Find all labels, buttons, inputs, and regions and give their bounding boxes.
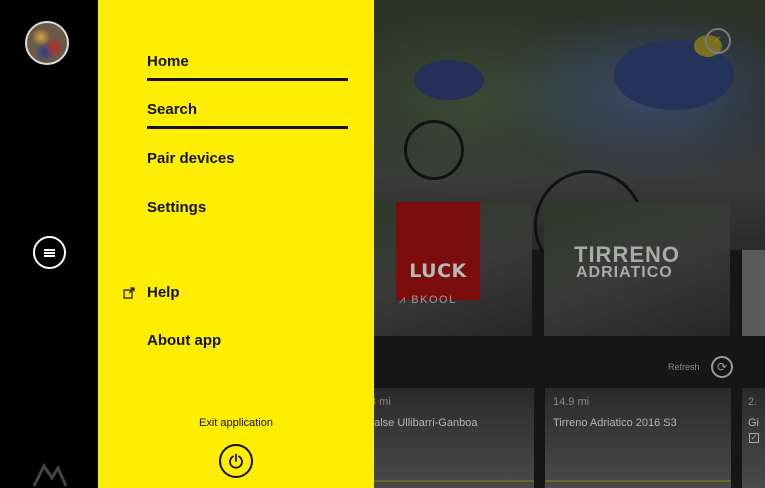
featured-subtitle: ⩘ BKOOL bbox=[399, 294, 457, 306]
exit-application-label[interactable]: Exit application bbox=[98, 417, 374, 429]
route-card[interactable]: 2. Gi ✓ bbox=[742, 388, 765, 488]
menu-item-settings[interactable]: Settings bbox=[147, 199, 348, 227]
route-distance: 2. bbox=[748, 396, 758, 408]
route-name: balse Ullibarri-Ganboa bbox=[374, 417, 478, 429]
route-name: Tirreno Adriatico 2016 S3 bbox=[553, 417, 677, 429]
route-distance: 8 mi bbox=[374, 396, 391, 408]
menu-item-label: Help bbox=[147, 284, 180, 301]
featured-subtitle: ADRIATICO bbox=[576, 264, 673, 281]
navigation-menu: Home Search Pair devices Settings Help A… bbox=[98, 0, 374, 488]
user-avatar[interactable] bbox=[25, 21, 69, 65]
menu-item-label: Search bbox=[147, 101, 198, 118]
featured-tile-tirreno[interactable]: TIRRENO ADRIATICO bbox=[544, 202, 730, 336]
route-name: Gi bbox=[748, 417, 759, 429]
power-icon bbox=[229, 453, 243, 469]
bkool-logo-icon bbox=[32, 463, 68, 487]
bkool-logo-icon: ⩘ bbox=[399, 294, 407, 306]
route-distance: 14.9 mi bbox=[553, 396, 590, 408]
left-rail bbox=[0, 0, 98, 488]
external-link-icon bbox=[123, 287, 135, 299]
menu-item-about-app[interactable]: About app bbox=[147, 332, 348, 360]
menu-item-home[interactable]: Home bbox=[147, 53, 348, 81]
menu-item-search[interactable]: Search bbox=[147, 101, 348, 129]
menu-item-help[interactable]: Help bbox=[147, 284, 348, 312]
menu-item-label: Home bbox=[147, 53, 189, 70]
refresh-icon[interactable]: ⟳ bbox=[711, 356, 733, 378]
menu-item-label: Settings bbox=[147, 199, 207, 216]
menu-item-pair-devices[interactable]: Pair devices bbox=[147, 150, 348, 178]
menu-item-label: Pair devices bbox=[147, 150, 235, 167]
checkbox-icon: ✓ bbox=[749, 433, 759, 443]
refresh-label: Refresh bbox=[668, 362, 700, 372]
menu-toggle-button[interactable] bbox=[33, 236, 66, 269]
route-card[interactable]: 8 mi balse Ullibarri-Ganboa bbox=[374, 388, 534, 488]
exit-application-button[interactable] bbox=[219, 444, 253, 478]
route-card[interactable]: 14.9 mi Tirreno Adriatico 2016 S3 bbox=[545, 388, 731, 488]
hamburger-icon bbox=[44, 248, 55, 257]
featured-tile-luck[interactable]: LUCK ⩘ BKOOL bbox=[374, 202, 532, 336]
menu-item-label: About app bbox=[147, 332, 222, 349]
featured-title: LUCK bbox=[409, 260, 467, 282]
wifi-signal-icon: ◜ bbox=[705, 28, 731, 54]
featured-tile-partial[interactable] bbox=[742, 250, 765, 336]
